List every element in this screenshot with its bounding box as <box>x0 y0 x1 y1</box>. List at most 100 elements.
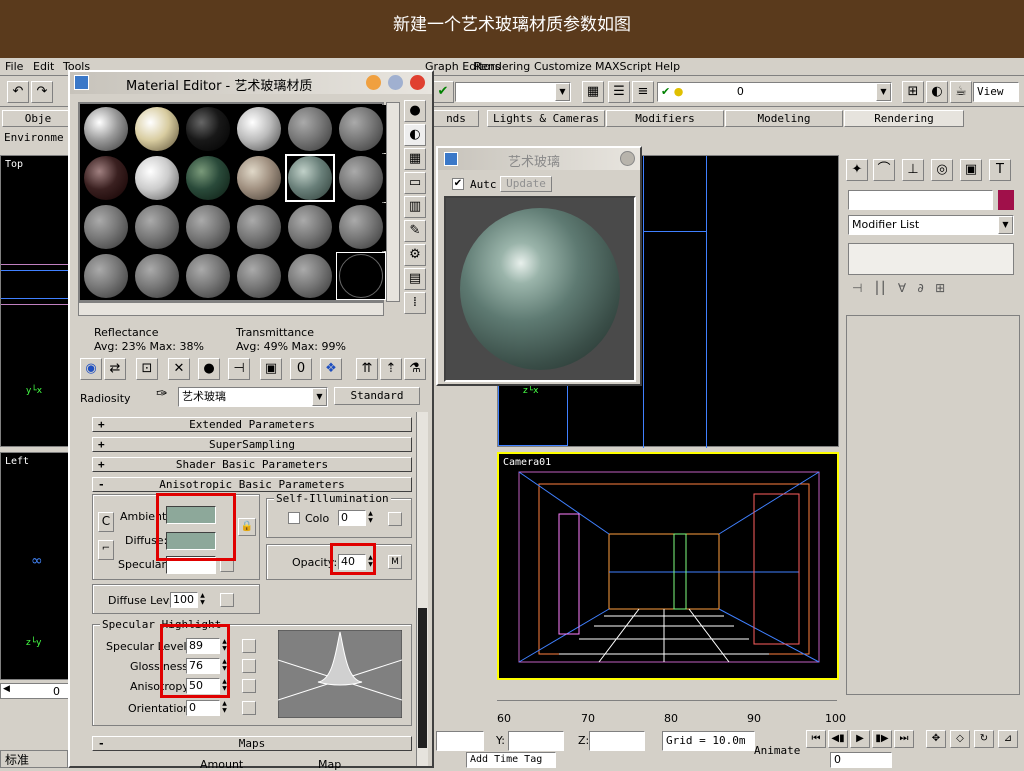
sample-slot[interactable] <box>234 154 284 202</box>
pan-icon[interactable]: ✥ <box>926 730 946 748</box>
scroll-left-icon[interactable]: ◀ <box>3 684 10 694</box>
spinner-arrows-icon[interactable]: ▲ ▼ <box>198 592 207 608</box>
motion-icon[interactable]: ◎ <box>931 159 953 181</box>
options-icon[interactable]: ⚙ <box>404 244 426 266</box>
sample-slot[interactable] <box>285 252 335 300</box>
named-selection-combo[interactable]: ▼ <box>455 82 571 102</box>
sample-slot[interactable] <box>234 203 284 251</box>
animate-label[interactable]: Animate <box>754 744 800 757</box>
sample-slot[interactable] <box>336 154 386 202</box>
rollout-shader-basic[interactable]: + Shader Basic Parameters <box>92 457 412 472</box>
add-time-tag-button[interactable]: Add Time Tag <box>466 752 556 768</box>
undo-icon[interactable]: ↶ <box>7 81 29 103</box>
opacity-map-button[interactable]: M <box>388 555 402 569</box>
self-illum-input[interactable]: 0 <box>338 510 366 526</box>
material-name-field[interactable]: 艺术玻璃 ▼ <box>178 387 328 407</box>
assign-to-selection-icon[interactable]: ⊡ <box>136 358 158 380</box>
sample-slot[interactable] <box>336 203 386 251</box>
update-button[interactable]: Update <box>500 176 552 192</box>
material-navigator-icon[interactable]: ⁞ <box>404 292 426 314</box>
sample-slot[interactable] <box>132 252 182 300</box>
sample-slot[interactable] <box>336 105 386 153</box>
viewport-camera[interactable]: Camera01 <box>497 452 839 680</box>
sample-type-icon[interactable]: ● <box>404 100 426 122</box>
goto-start-icon[interactable]: ⏮ <box>806 730 826 748</box>
stack-tools[interactable]: ⊣ ⎮⎮ ∀ ∂ ⊞ <box>852 281 1012 299</box>
sample-slot[interactable] <box>336 252 386 300</box>
time-slider[interactable]: ◀ 0 <box>0 683 70 699</box>
show-map-icon[interactable]: 0 <box>290 358 312 380</box>
menu-file[interactable]: File <box>5 60 23 73</box>
close-icon[interactable] <box>410 75 425 90</box>
lock-icon[interactable]: 🔒 <box>238 518 256 536</box>
modify-icon[interactable]: ⌒ <box>873 159 895 181</box>
pick-material-icon[interactable]: ⚗ <box>404 358 426 380</box>
self-illum-color-checkbox[interactable] <box>288 512 300 524</box>
layer-combo[interactable]: ✔ ● 0 ▼ <box>657 82 892 102</box>
minimize-icon[interactable] <box>366 75 381 90</box>
x-field[interactable] <box>436 731 484 751</box>
c-button[interactable]: C <box>98 512 114 532</box>
self-illum-map-button[interactable] <box>388 512 402 526</box>
tab-modifiers[interactable]: Modifiers <box>606 110 724 127</box>
tab-rendering[interactable]: Rendering <box>844 110 964 127</box>
frame-field[interactable]: 0 <box>830 752 892 768</box>
sample-slot[interactable] <box>132 154 182 202</box>
auto-update-checkbox[interactable]: ✔ <box>452 178 464 190</box>
tab-environment[interactable]: Environme <box>4 131 74 144</box>
tab-modeling[interactable]: Modeling <box>725 110 843 127</box>
display-icon[interactable]: ▣ <box>960 159 982 181</box>
sample-slot[interactable] <box>234 252 284 300</box>
tab-nds[interactable]: nds <box>433 110 479 127</box>
specular-level-map-button[interactable] <box>242 639 256 653</box>
spinner-arrows-icon[interactable]: ▲ ▼ <box>220 700 229 716</box>
sample-slot[interactable] <box>285 203 335 251</box>
rollout-extended-parameters[interactable]: + Extended Parameters <box>92 417 412 432</box>
sample-slot[interactable] <box>183 154 233 202</box>
diffuse-level-input[interactable]: 100 <box>170 592 198 608</box>
rollout-anisotropic-basic[interactable]: - Anisotropic Basic Parameters <box>92 477 412 492</box>
lock-swatches-icon[interactable]: ⌐ <box>98 540 114 560</box>
close-icon[interactable] <box>620 151 635 166</box>
material-type-button[interactable]: Standard <box>334 387 420 405</box>
rollout-maps[interactable]: - Maps <box>92 736 412 751</box>
sample-slot[interactable] <box>183 105 233 153</box>
maximize-icon[interactable] <box>388 75 403 90</box>
timeline-ruler[interactable]: 60 70 80 90 100 <box>497 700 846 728</box>
tab-lights-cameras[interactable]: Lights & Cameras <box>487 110 605 127</box>
go-to-parent-icon[interactable]: ⇈ <box>356 358 378 380</box>
ime-bar[interactable]: 标准 <box>0 750 68 768</box>
uv-tiling-icon[interactable]: ▭ <box>404 172 426 194</box>
checkmark-icon[interactable]: ✔ <box>432 81 454 103</box>
slots-horizontal-scrollbar[interactable] <box>78 302 384 316</box>
sample-slot[interactable] <box>81 252 131 300</box>
orientation-map-button[interactable] <box>242 701 256 715</box>
viewport-top[interactable]: Top y└x <box>0 155 71 447</box>
sample-slot-selected[interactable] <box>285 154 335 202</box>
view-combo[interactable]: View <box>973 82 1019 102</box>
sample-slot[interactable] <box>132 203 182 251</box>
background-checker-icon[interactable]: ▦ <box>404 148 426 170</box>
object-name-field[interactable] <box>848 190 993 210</box>
parameters-scrollbar[interactable] <box>416 412 428 766</box>
layers-icon[interactable]: ≡ <box>632 81 654 103</box>
orbit-icon[interactable]: ↻ <box>974 730 994 748</box>
modifier-list-combo[interactable]: Modifier List ▼ <box>848 215 1014 235</box>
material-effects-channel-icon[interactable]: ▣ <box>260 358 282 380</box>
align-icon[interactable]: ☰ <box>608 81 630 103</box>
glossiness-map-button[interactable] <box>242 659 256 673</box>
eyedropper-icon[interactable]: ✑ <box>156 386 168 402</box>
material-editor-icon[interactable]: ◐ <box>926 81 948 103</box>
hierarchy-icon[interactable]: ⊥ <box>902 159 924 181</box>
select-by-material-icon[interactable]: ▤ <box>404 268 426 290</box>
viewport-left[interactable]: Left ∞ z└y <box>0 452 70 680</box>
render-teapot-icon[interactable]: ☕ <box>950 81 972 103</box>
mirror-icon[interactable]: ▦ <box>582 81 604 103</box>
make-preview-icon[interactable]: ✎ <box>404 220 426 242</box>
field-of-view-icon[interactable]: ⊿ <box>998 730 1018 748</box>
menu-edit[interactable]: Edit <box>33 60 54 73</box>
reset-map-icon[interactable]: ✕ <box>168 358 190 380</box>
menu-help[interactable]: Help <box>655 60 680 73</box>
y-field[interactable] <box>508 731 564 751</box>
tab-objects[interactable]: Obje <box>2 110 74 127</box>
